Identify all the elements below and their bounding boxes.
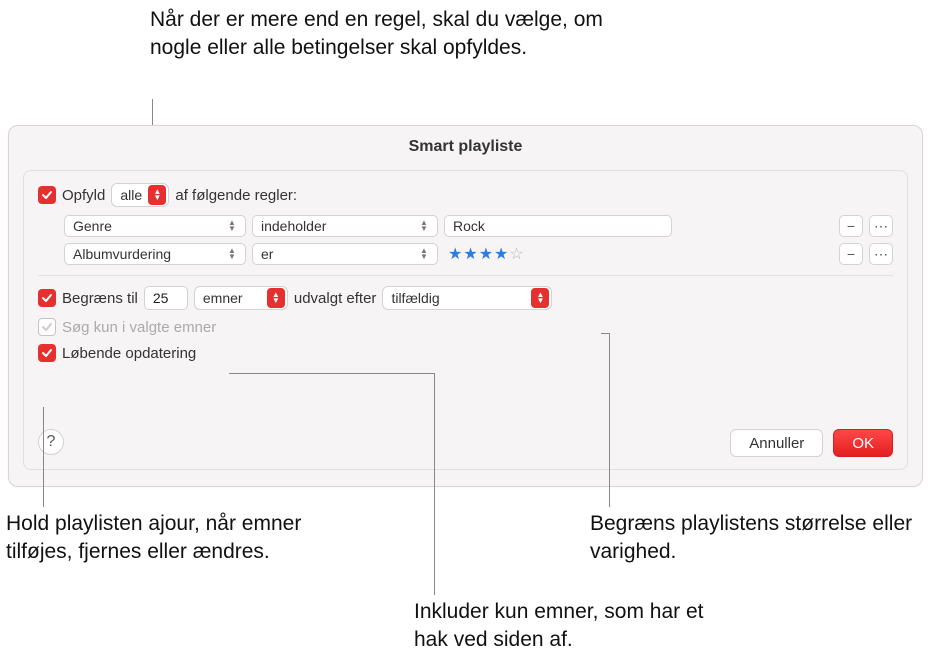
help-icon: ? [47, 433, 56, 451]
rule-field-value: Genre [73, 218, 219, 234]
chevron-updown-icon: ▲▼ [223, 244, 241, 264]
rule-more-button[interactable]: ⋯ [869, 243, 893, 265]
star-icon: ★ [448, 244, 462, 264]
rule-field-select[interactable]: Genre ▲▼ [64, 215, 246, 237]
minus-icon: − [847, 246, 855, 262]
live-update-row: Løbende opdatering [38, 344, 893, 362]
annotation-live-text: Hold playlisten ajour, når emner tilføje… [6, 512, 301, 563]
callout-line-limit-h [601, 333, 609, 334]
check-icon [41, 292, 53, 304]
limit-label: Begræns til [62, 290, 138, 307]
star-icon: ☆ [509, 244, 523, 264]
rule-op-value: indeholder [261, 218, 411, 234]
ok-button[interactable]: OK [833, 429, 893, 457]
help-button[interactable]: ? [38, 429, 64, 455]
rule-op-value: er [261, 246, 411, 262]
rule-op-select[interactable]: indeholder ▲▼ [252, 215, 438, 237]
ellipsis-icon: ⋯ [874, 246, 888, 263]
callout-line-live [43, 407, 44, 507]
check-icon [41, 321, 53, 333]
rule-rating-input[interactable]: ★ ★ ★ ★ ☆ [444, 244, 524, 264]
annotation-limit-text: Begræns playlistens størrelse eller vari… [590, 512, 912, 563]
smart-playlist-dialog: Smart playliste Opfyld alle ▲▼ af følgen… [8, 125, 923, 487]
limit-unit-select[interactable]: emner ▲▼ [194, 286, 288, 310]
rule-value-input[interactable]: Rock [444, 215, 672, 237]
limit-by-label: udvalgt efter [294, 290, 377, 307]
annotation-top: Når der er mere end en regel, skal du væ… [150, 6, 620, 63]
callout-line-only-h [229, 373, 434, 374]
match-label-prefix: Opfyld [62, 187, 105, 204]
only-checked-label: Søg kun i valgte emner [62, 319, 216, 336]
match-row: Opfyld alle ▲▼ af følgende regler: [38, 183, 893, 207]
limit-by-select[interactable]: tilfældig ▲▼ [382, 286, 552, 310]
limit-by-value: tilfældig [391, 290, 527, 306]
dropdown-icon: ▲▼ [148, 185, 166, 205]
annotation-limit: Begræns playlistens størrelse eller vari… [590, 510, 920, 567]
limit-count-input[interactable]: 25 [144, 286, 188, 310]
match-checkbox[interactable] [38, 186, 56, 204]
check-icon [41, 347, 53, 359]
dropdown-icon: ▲▼ [267, 288, 285, 308]
rules-list: Genre ▲▼ indeholder ▲▼ Rock − ⋯ [64, 215, 893, 265]
limit-count-value: 25 [153, 290, 169, 306]
match-mode-select[interactable]: alle ▲▼ [111, 183, 169, 207]
callout-line-only-v [434, 373, 435, 595]
minus-icon: − [847, 218, 855, 234]
star-icon: ★ [463, 244, 477, 264]
live-update-label: Løbende opdatering [62, 345, 196, 362]
chevron-updown-icon: ▲▼ [223, 216, 241, 236]
rule-more-button[interactable]: ⋯ [869, 215, 893, 237]
limit-unit-value: emner [203, 290, 263, 306]
annotation-only-checked: Inkluder kun emner, som har et hak ved s… [414, 598, 734, 655]
star-icon: ★ [479, 244, 493, 264]
annotation-only-text: Inkluder kun emner, som har et hak ved s… [414, 600, 703, 651]
annotation-top-text: Når der er mere end en regel, skal du væ… [150, 8, 603, 59]
rule-field-select[interactable]: Albumvurdering ▲▼ [64, 243, 246, 265]
rule-row: Albumvurdering ▲▼ er ▲▼ ★ ★ ★ ★ ☆ − [64, 243, 893, 265]
remove-rule-button[interactable]: − [839, 243, 863, 265]
dialog-footer: Annuller OK [730, 429, 893, 457]
rule-row: Genre ▲▼ indeholder ▲▼ Rock − ⋯ [64, 215, 893, 237]
cancel-label: Annuller [749, 435, 804, 452]
ellipsis-icon: ⋯ [874, 218, 888, 235]
star-icon: ★ [494, 244, 508, 264]
limit-row: Begræns til 25 emner ▲▼ udvalgt efter ti… [38, 286, 893, 310]
check-icon [41, 189, 53, 201]
chevron-updown-icon: ▲▼ [415, 216, 433, 236]
rule-field-value: Albumvurdering [73, 246, 219, 262]
dialog-panel: Opfyld alle ▲▼ af følgende regler: Genre… [23, 170, 908, 470]
rule-value-text: Rock [453, 218, 485, 234]
remove-rule-button[interactable]: − [839, 215, 863, 237]
annotation-live-update: Hold playlisten ajour, når emner tilføje… [6, 510, 336, 567]
divider [38, 275, 893, 276]
match-mode-value: alle [120, 187, 144, 203]
chevron-updown-icon: ▲▼ [415, 244, 433, 264]
rule-op-select[interactable]: er ▲▼ [252, 243, 438, 265]
cancel-button[interactable]: Annuller [730, 429, 823, 457]
dialog-title: Smart playliste [9, 126, 922, 156]
only-checked-row: Søg kun i valgte emner [38, 318, 893, 336]
live-update-checkbox[interactable] [38, 344, 56, 362]
match-label-suffix: af følgende regler: [175, 187, 297, 204]
only-checked-checkbox[interactable] [38, 318, 56, 336]
dropdown-icon: ▲▼ [531, 288, 549, 308]
limit-checkbox[interactable] [38, 289, 56, 307]
ok-label: OK [852, 435, 874, 452]
callout-line-limit-v [609, 333, 610, 507]
